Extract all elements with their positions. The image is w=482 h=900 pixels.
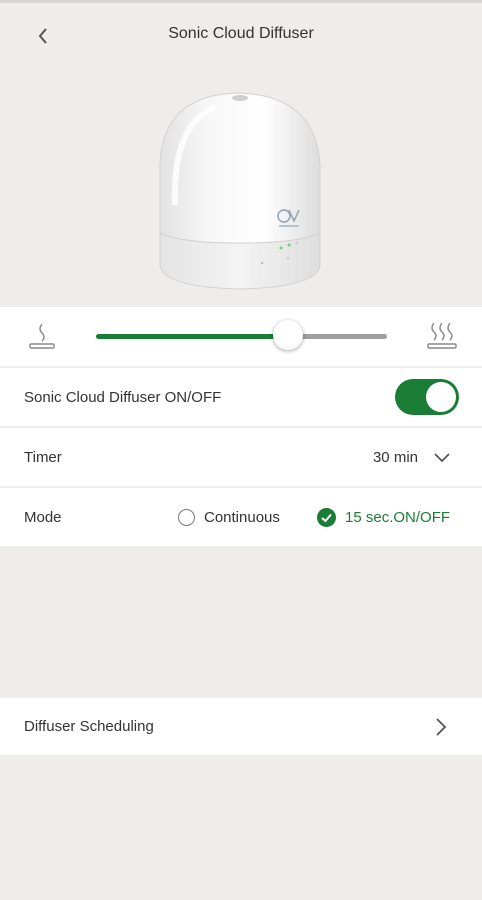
timer-label: Timer	[24, 448, 62, 466]
timer-value[interactable]: 30 min	[373, 449, 418, 466]
radio-unchecked-icon	[178, 508, 195, 526]
mist-high-icon	[427, 322, 457, 349]
intensity-slider[interactable]	[96, 334, 387, 339]
scheduling-label: Diffuser Scheduling	[24, 718, 154, 735]
check-circle-icon	[317, 507, 336, 527]
mode-option-label: 15 sec.ON/OFF	[345, 508, 451, 526]
power-toggle[interactable]	[395, 379, 459, 415]
mode-option-continuous[interactable]: Continuous	[178, 507, 280, 527]
mode-option-15sec[interactable]: 15 sec.ON/OFF	[317, 507, 450, 527]
page-title: Sonic Cloud Diffuser	[168, 25, 314, 42]
timer-row[interactable]: Timer 30 min	[0, 428, 482, 486]
chevron-down-icon[interactable]	[432, 448, 452, 466]
chevron-right-icon[interactable]	[434, 716, 448, 738]
power-label: Sonic Cloud Diffuser ON/OFF	[24, 388, 222, 406]
power-row: Sonic Cloud Diffuser ON/OFF	[0, 368, 482, 426]
mode-label: Mode	[24, 508, 62, 526]
intensity-slider-thumb[interactable]	[273, 320, 303, 350]
intensity-slider-fill	[96, 334, 288, 339]
product-image	[0, 65, 482, 306]
scheduling-row[interactable]: Diffuser Scheduling	[0, 698, 482, 755]
mode-row: Mode Continuous 15 sec.ON/OFF	[0, 488, 482, 546]
mist-low-icon	[29, 323, 55, 349]
toggle-knob	[426, 382, 456, 412]
mode-option-label: Continuous	[204, 508, 280, 526]
app-header: Sonic Cloud Diffuser	[0, 3, 482, 65]
